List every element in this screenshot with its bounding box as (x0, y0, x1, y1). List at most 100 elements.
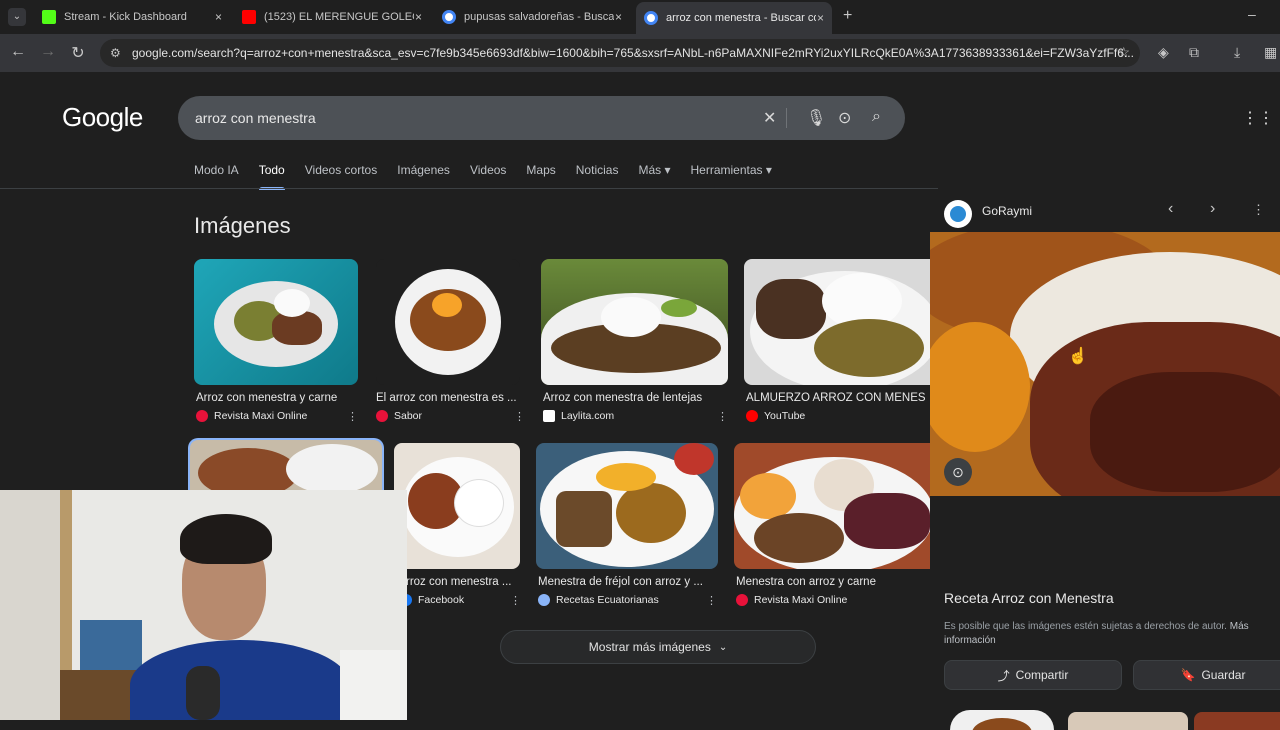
forward-icon[interactable]: → (38, 43, 58, 61)
tab-modo-ia[interactable]: Modo IA (194, 163, 239, 190)
close-tab-icon[interactable]: × (615, 10, 622, 24)
share-label: Compartir (1015, 668, 1069, 682)
lens-icon[interactable]: ⊙ (838, 108, 851, 128)
next-icon[interactable]: › (1210, 200, 1215, 218)
tab-todo[interactable]: Todo (259, 163, 285, 190)
image-result-4[interactable] (744, 259, 930, 385)
related-image[interactable] (1068, 712, 1188, 730)
image-source[interactable]: Laylita.com (543, 410, 614, 422)
image-result-5[interactable] (188, 438, 384, 498)
site-name[interactable]: GoRaymi (982, 204, 1032, 218)
close-tab-icon[interactable]: × (215, 10, 222, 24)
more-options-icon[interactable]: ⋮ (706, 594, 717, 607)
image-title[interactable]: Menestra de fréjol con arroz y ... (538, 576, 714, 588)
close-tab-icon[interactable]: × (817, 11, 824, 25)
close-tab-icon[interactable]: × (415, 10, 422, 24)
tab-maps[interactable]: Maps (526, 163, 555, 190)
more-options-icon[interactable]: ⋮ (717, 410, 728, 423)
image-source[interactable]: Revista Maxi Online (736, 594, 847, 606)
source-label: Facebook (418, 594, 465, 606)
mic-icon[interactable]: 🎙 (806, 108, 826, 128)
browser-tab-pupusas[interactable]: pupusas salvadoreñas - Buscar × (434, 4, 630, 30)
mouse-cursor: ☝ (1068, 348, 1088, 365)
browser-tab-youtube[interactable]: (1523) EL MERENGUE GOLEÓ Y × (234, 4, 430, 30)
bookmark-star-icon[interactable]: ☆ (1117, 44, 1130, 61)
tab-noticias[interactable]: Noticias (576, 163, 619, 190)
share-button[interactable]: ⤴ Compartir (944, 660, 1122, 690)
source-label: Recetas Ecuatorianas (556, 594, 659, 606)
image-source[interactable]: Recetas Ecuatorianas (538, 594, 659, 606)
url-bar[interactable]: ⚙ google.com/search?q=arroz+con+menestra… (100, 39, 1140, 67)
source-label: Laylita.com (561, 410, 615, 422)
image-result-6[interactable] (394, 443, 520, 569)
new-tab-button[interactable]: + (843, 7, 852, 25)
tab-imagenes[interactable]: Imágenes (397, 163, 450, 190)
source-label: YouTube (764, 410, 806, 422)
clear-icon[interactable]: ✕ (763, 108, 776, 128)
image-result-2[interactable] (376, 259, 520, 385)
image-title[interactable]: rroz con menestra ... (406, 576, 518, 588)
image-title[interactable]: Menestra con arroz y carne (736, 576, 926, 588)
related-image[interactable] (1194, 712, 1280, 730)
browser-tab-kick[interactable]: Stream - Kick Dashboard × (34, 4, 230, 30)
previous-icon[interactable]: ‹ (1168, 200, 1173, 218)
site-logo (944, 200, 972, 228)
browser-tab-arroz[interactable]: arroz con menestra - Buscar co × (636, 2, 832, 34)
source-label: Revista Maxi Online (214, 410, 308, 422)
back-icon[interactable]: ← (8, 43, 28, 61)
google-logo[interactable]: Google (62, 102, 143, 133)
puzzle-icon[interactable]: ⧉ (1189, 44, 1199, 61)
tab-search-icon[interactable]: ⌄ (8, 8, 26, 26)
tab-title: (1523) EL MERENGUE GOLEÓ Y (264, 11, 414, 23)
download-icon[interactable]: ⤓ (1234, 44, 1240, 61)
tab-title: pupusas salvadoreñas - Buscar (464, 11, 614, 23)
image-title[interactable]: Arroz con menestra y carne (196, 392, 356, 404)
source-favicon (538, 594, 550, 606)
image-title[interactable]: El arroz con menestra es ... (376, 392, 524, 404)
image-source[interactable]: Sabor (376, 410, 422, 422)
source-favicon (543, 410, 555, 422)
tab-videos[interactable]: Videos (470, 163, 506, 190)
image-source[interactable]: Facebook (400, 594, 464, 606)
google-icon (644, 11, 658, 25)
webcam-overlay (0, 490, 407, 720)
extension-icon[interactable]: ◈ (1158, 44, 1169, 61)
profile-icon[interactable]: ▦ (1264, 44, 1277, 61)
more-options-icon[interactable]: ⋮ (514, 410, 525, 423)
google-apps-icon[interactable]: ⋮⋮ (1242, 108, 1274, 128)
show-more-images-button[interactable]: Mostrar más imágenes ⌄ (500, 630, 816, 664)
site-info-icon[interactable]: ⚙ (110, 46, 124, 60)
image-result-3[interactable] (541, 259, 728, 385)
image-source[interactable]: YouTube (746, 410, 805, 422)
more-options-icon[interactable]: ⋮ (1252, 202, 1265, 218)
bookmark-icon: 🔖 (1180, 668, 1196, 682)
image-source[interactable]: Revista Maxi Online (196, 410, 307, 422)
lens-icon[interactable]: ⊙ (944, 458, 972, 486)
more-options-icon[interactable]: ⋮ (510, 594, 521, 607)
copyright-text: Es posible que las imágenes estén sujeta… (944, 621, 1227, 632)
source-favicon (746, 410, 758, 422)
preview-title[interactable]: Receta Arroz con Menestra (944, 590, 1114, 606)
image-result-8[interactable] (734, 443, 930, 569)
minimize-icon[interactable]: – (1248, 6, 1256, 22)
share-icon: ⤴ (997, 668, 1010, 683)
tab-herramientas[interactable]: Herramientas ▾ (690, 163, 771, 190)
reload-icon[interactable]: ↻ (68, 43, 88, 63)
images-section-title: Imágenes (194, 213, 291, 238)
more-options-icon[interactable]: ⋮ (347, 410, 358, 423)
image-title[interactable]: Arroz con menestra de lentejas (543, 392, 723, 404)
tab-mas[interactable]: Más ▾ (638, 163, 670, 190)
related-image[interactable] (950, 710, 1054, 730)
search-box[interactable]: arroz con menestra ✕ 🎙 ⊙ ⌕ (178, 96, 905, 140)
search-tabs: Modo IA Todo Videos cortos Imágenes Vide… (194, 163, 792, 190)
image-result-7[interactable] (536, 443, 718, 569)
preview-image[interactable]: ⊙ (930, 232, 1280, 496)
tab-videos-cortos[interactable]: Videos cortos (305, 163, 378, 190)
youtube-icon (242, 10, 256, 24)
image-title[interactable]: ALMUERZO ARROZ CON MENES (746, 392, 930, 404)
address-toolbar: ← → ↻ ⚙ google.com/search?q=arroz+con+me… (0, 34, 1280, 72)
search-icon[interactable]: ⌕ (872, 108, 881, 126)
image-result-1[interactable] (194, 259, 358, 385)
save-button[interactable]: 🔖 Guardar (1133, 660, 1280, 690)
copyright-notice: Es posible que las imágenes estén sujeta… (944, 620, 1264, 648)
